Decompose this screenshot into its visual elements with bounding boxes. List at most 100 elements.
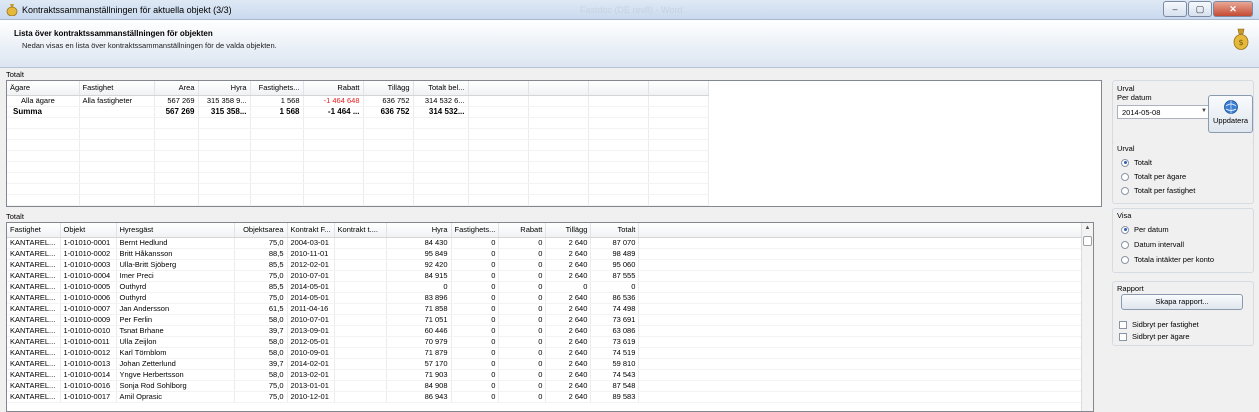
cell-rent: 71 858 <box>386 303 452 315</box>
table-row[interactable]: KANTAREL... 1-01010-0003 Ulla-Britt Sjöber… <box>7 259 1091 271</box>
col-header-objektsarea[interactable]: Objektsarea <box>234 223 288 238</box>
col-header-fastighet[interactable]: Fastighet <box>79 81 155 96</box>
table-row[interactable]: KANTAREL... 1-01010-0001 Bernt Hedlund 75,0… <box>7 237 1091 249</box>
col-header-kontrakt-till[interactable]: Kontrakt t.... <box>334 223 387 238</box>
cell-rent: 71 879 <box>386 347 452 359</box>
checkbox-sidbryt-agare[interactable]: Sidbryt per ägare <box>1119 332 1190 341</box>
cell-object-area: 75,0 <box>234 292 288 304</box>
table-row[interactable]: KANTAREL... 1-01010-0013 Johan Zetterlund 3… <box>7 358 1091 370</box>
col-header-fastighetsskatt[interactable]: Fastighets... <box>451 223 500 238</box>
cell-discount: 0 <box>498 270 547 282</box>
col-header-hyresgast[interactable]: Hyresgäst <box>116 223 235 238</box>
table-row[interactable]: KANTAREL... 1-01010-0005 Outhyrd 85,5 2014-0… <box>7 281 1091 293</box>
col-header-area[interactable]: Area <box>154 81 199 96</box>
col-header-fastighet[interactable]: Fastighet <box>7 223 61 238</box>
scroll-up-icon[interactable]: ▲ <box>1082 223 1093 234</box>
cell-tenant: Ulla-Britt Sjöberg <box>116 259 235 271</box>
checkbox-icon[interactable] <box>1119 332 1127 341</box>
cell-tenant: Johan Zetterlund <box>116 358 235 370</box>
cell-contract-to <box>334 358 387 370</box>
col-header-objekt[interactable]: Objekt <box>60 223 117 238</box>
cell-contract-to <box>334 259 387 271</box>
checkbox-icon[interactable] <box>1119 320 1127 329</box>
radio-label: Totala intäkter per konto <box>1134 255 1215 264</box>
cell-property: KANTAREL... <box>7 358 61 370</box>
cell-object-area: 58,0 <box>234 347 288 359</box>
col-header-totalt-belopp[interactable]: Totalt bel... <box>413 81 469 96</box>
radio-icon[interactable] <box>1121 186 1129 195</box>
cell-addition: 2 640 <box>545 270 592 282</box>
col-header-rabatt[interactable]: Rabatt <box>303 81 364 96</box>
table-row[interactable]: KANTAREL... 1-01010-0011 Ulla Zeijlon 58,0 2… <box>7 336 1091 348</box>
radio-totalt[interactable]: Totalt <box>1121 158 1152 167</box>
cell-object: 1-01010-0016 <box>60 380 117 392</box>
create-report-button[interactable]: Skapa rapport... <box>1121 294 1243 310</box>
cell-object-area: 85,5 <box>234 281 288 293</box>
cell-owner: Alla ägare <box>7 95 80 107</box>
radio-icon[interactable] <box>1121 172 1129 181</box>
maximize-button[interactable]: ▢ <box>1188 1 1212 17</box>
cell-property: KANTAREL... <box>7 259 61 271</box>
checkbox-sidbryt-fastighet[interactable]: Sidbryt per fastighet <box>1119 320 1199 329</box>
cell-property: KANTAREL... <box>7 369 61 381</box>
rapport-panel: Rapport Skapa rapport... Sidbryt per fas… <box>1112 281 1254 346</box>
contracts-scrollbar[interactable]: ▲ <box>1081 223 1093 411</box>
cell-tenant: Amil Oprasic <box>116 391 235 403</box>
summary-total-row[interactable]: Summa 567 269 315 358... 1 568 -1 464 ..… <box>7 106 709 118</box>
contracts-header-row: Fastighet Objekt Hyresgäst Objektsarea K… <box>7 223 1091 238</box>
radio-selected-icon[interactable] <box>1121 158 1129 167</box>
col-header-hyra[interactable]: Hyra <box>198 81 251 96</box>
cell-contract-to <box>334 336 387 348</box>
col-header-totalt[interactable]: Totalt <box>590 223 640 238</box>
table-row[interactable]: KANTAREL... 1-01010-0009 Per Ferlin 58,0 201… <box>7 314 1091 326</box>
col-header-tillagg[interactable]: Tillägg <box>363 81 414 96</box>
col-header-hyra[interactable]: Hyra <box>386 223 452 238</box>
table-row[interactable]: KANTAREL... 1-01010-0002 Britt Håkansson 88… <box>7 248 1091 260</box>
col-header-kontrakt-fran[interactable]: Kontrakt F... <box>287 223 335 238</box>
radio-datum-intervall[interactable]: Datum intervall <box>1121 240 1184 249</box>
date-picker[interactable]: 2014-05-08 ▼ <box>1117 105 1211 119</box>
cell-object-area: 39,7 <box>234 325 288 337</box>
col-header-agare[interactable]: Ägare <box>7 81 80 96</box>
cell-contract-to <box>334 292 387 304</box>
update-button[interactable]: Uppdatera <box>1208 95 1253 133</box>
cell-property-tax: 0 <box>451 358 500 370</box>
table-row[interactable]: KANTAREL... 1-01010-0004 Imer Preci 75,0 201… <box>7 270 1091 282</box>
contracts-grid[interactable]: Fastighet Objekt Hyresgäst Objektsarea K… <box>6 222 1094 412</box>
scrollbar-thumb[interactable] <box>1083 236 1092 246</box>
radio-selected-icon[interactable] <box>1121 225 1129 234</box>
radio-per-datum[interactable]: Per datum <box>1121 225 1169 234</box>
radio-icon[interactable] <box>1121 255 1129 264</box>
table-row[interactable]: KANTAREL... 1-01010-0006 Outhyrd 75,0 2014-0… <box>7 292 1091 304</box>
cell-object: 1-01010-0014 <box>60 369 117 381</box>
table-row[interactable]: KANTAREL... 1-01010-0007 Jan Andersson 61,5… <box>7 303 1091 315</box>
cell-object: 1-01010-0002 <box>60 248 117 260</box>
cell-total: 63 086 <box>590 325 640 337</box>
cell-contract-from: 2013-02-01 <box>287 369 335 381</box>
col-header-tillagg[interactable]: Tillägg <box>545 223 592 238</box>
cell-tenant: Per Ferlin <box>116 314 235 326</box>
minimize-button[interactable]: – <box>1163 1 1187 17</box>
cell-contract-from: 2013-01-01 <box>287 380 335 392</box>
table-row[interactable]: KANTAREL... 1-01010-0016 Sonja Rod Sohlbor… <box>7 380 1091 392</box>
col-header-fastighetsskatt[interactable]: Fastighets... <box>250 81 304 96</box>
table-row[interactable]: KANTAREL... 1-01010-0017 Amil Oprasic 75,0 2… <box>7 391 1091 403</box>
cell-total: 89 583 <box>590 391 640 403</box>
close-button[interactable]: ✕ <box>1213 1 1253 17</box>
radio-totalt-per-fastighet[interactable]: Totalt per fastighet <box>1121 186 1195 195</box>
table-row[interactable]: KANTAREL... 1-01010-0012 Karl Törnblom 58,0… <box>7 347 1091 359</box>
cell-tenant: Jan Andersson <box>116 303 235 315</box>
cell-sum-label: Summa <box>7 106 80 118</box>
cell-contract-from: 2010-07-01 <box>287 314 335 326</box>
table-row[interactable]: KANTAREL... 1-01010-0010 Tsnat Brhane 39,7 2… <box>7 325 1091 337</box>
radio-totala-intakter[interactable]: Totala intäkter per konto <box>1121 255 1214 264</box>
cell-addition: 2 640 <box>545 336 592 348</box>
radio-totalt-per-agare[interactable]: Totalt per ägare <box>1121 172 1186 181</box>
radio-icon[interactable] <box>1121 240 1129 249</box>
summary-grid[interactable]: Ägare Fastighet Area Hyra Fastighets... … <box>6 80 1102 207</box>
table-row[interactable]: KANTAREL... 1-01010-0014 Yngve Herbertsson… <box>7 369 1091 381</box>
chevron-down-icon[interactable]: ▼ <box>1201 108 1207 114</box>
col-header-rabatt[interactable]: Rabatt <box>498 223 547 238</box>
table-row[interactable]: Alla ägare Alla fastigheter 567 269 315 … <box>7 95 709 107</box>
cell-contract-from: 2004-03-01 <box>287 237 335 249</box>
